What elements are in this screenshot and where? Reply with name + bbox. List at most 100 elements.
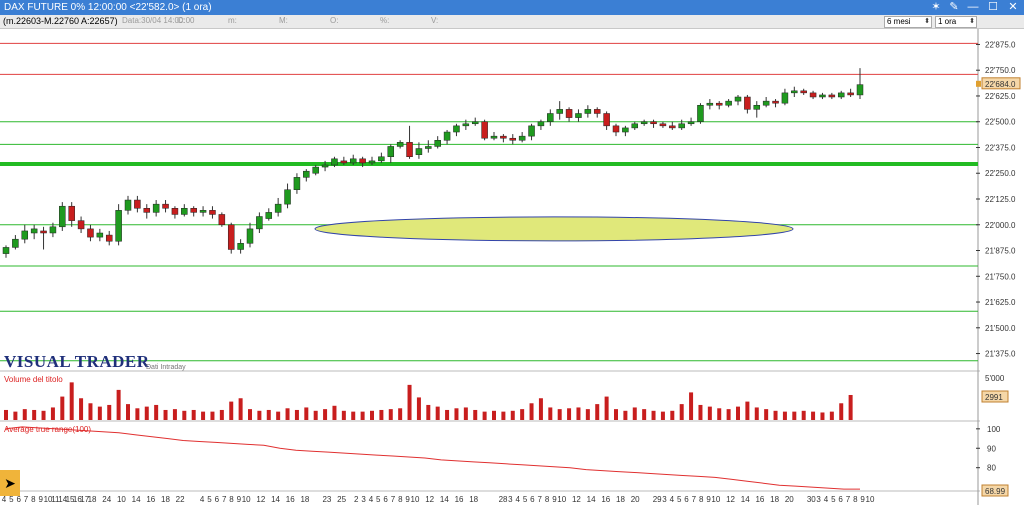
candle-body — [575, 113, 582, 118]
volume-bar — [764, 409, 769, 420]
volume-bar — [248, 409, 252, 420]
volume-bar — [792, 411, 797, 420]
time-tick-label: 16 — [146, 495, 155, 504]
candle-body — [622, 127, 629, 133]
time-tick-label: 4 — [369, 495, 374, 504]
candle-body — [2, 247, 10, 254]
expand-arrow-icon[interactable]: ➤ — [0, 470, 20, 496]
dropdown-vol[interactable]: V: — [431, 16, 438, 27]
volume-bar — [717, 408, 722, 420]
candle-body — [706, 102, 714, 106]
time-tick-label: 12 — [256, 495, 265, 504]
volume-bar — [595, 404, 600, 420]
time-tick-label: 12 — [425, 495, 434, 504]
dropdown-open[interactable]: O: — [330, 16, 338, 27]
minimize-button[interactable]: — — [965, 0, 981, 15]
maximize-button[interactable]: ☐ — [985, 0, 1001, 15]
atr-current-label: 68.99 — [985, 487, 1006, 496]
candle-body — [781, 92, 789, 104]
price-tick-label: 22'750.0 — [985, 66, 1016, 75]
candle-body — [556, 109, 563, 114]
volume-bar — [839, 403, 844, 420]
time-tick-label: 12 — [726, 495, 735, 504]
candle-body — [687, 121, 695, 125]
period-select[interactable]: 6 mesi ⬍ — [884, 16, 932, 28]
time-tick-label: 7 — [24, 495, 29, 504]
volume-bar — [97, 406, 102, 420]
candle-body — [837, 92, 845, 98]
time-tick-label: 8 — [853, 495, 858, 504]
volume-bar — [726, 409, 731, 420]
time-tick-label: 3 — [662, 495, 667, 504]
volume-bar — [660, 411, 665, 420]
time-tick-label: 10 — [711, 495, 720, 504]
candle-body — [481, 121, 488, 139]
time-tick-label: 6 — [838, 495, 843, 504]
candle-body — [856, 84, 864, 96]
time-tick-label: 4 — [516, 495, 521, 504]
time-tick-label: 4 — [200, 495, 205, 504]
price-tick-label: 22'000.0 — [985, 221, 1016, 230]
volume-bar — [191, 409, 196, 420]
volume-bar — [379, 409, 384, 420]
time-tick-label: 2 — [354, 495, 359, 504]
time-tick-label: 5 — [207, 495, 212, 504]
volume-bar — [416, 397, 421, 420]
candle-body — [227, 224, 235, 250]
candle-body — [181, 208, 188, 215]
time-tick-label: 10 — [557, 495, 566, 504]
candle-body — [744, 96, 751, 110]
candle-body — [537, 121, 545, 127]
volume-bar — [782, 411, 787, 420]
time-tick-label: 23 — [322, 495, 331, 504]
volume-bar — [323, 409, 328, 420]
time-tick-label: 6 — [383, 495, 388, 504]
volume-bar — [135, 408, 140, 420]
candle-body — [162, 203, 169, 209]
candle-body — [565, 109, 573, 118]
candle-body — [199, 210, 207, 213]
time-tick-label: 6 — [215, 495, 220, 504]
dropdown-min[interactable]: m: — [228, 16, 237, 27]
star-icon[interactable]: ✶ — [928, 0, 944, 15]
candle-body — [603, 113, 610, 127]
interval-select[interactable]: 1 ora ⬍ — [935, 16, 977, 28]
candle-body — [800, 90, 807, 94]
candle-body — [368, 160, 376, 164]
time-tick-label: 20 — [785, 495, 794, 504]
candle-body — [105, 234, 113, 242]
ohlc-value: (m.22603-M.22760 A:22657) — [3, 16, 118, 26]
volume-bar — [107, 404, 112, 420]
volume-bar — [126, 404, 130, 420]
candle-body — [321, 164, 329, 168]
close-button[interactable]: ✕ — [1005, 0, 1021, 15]
price-chart[interactable]: 22'875.0 22'750.0 22'625.0 22'500.0 22'375.0… — [0, 29, 1024, 505]
volume-bar — [520, 409, 525, 420]
candle-body — [443, 131, 451, 141]
time-tick-label: 4 — [670, 495, 675, 504]
volume-bar — [388, 409, 393, 420]
candle-body — [715, 102, 723, 106]
candle-body — [828, 94, 836, 98]
chevron-down-icon: ⬍ — [924, 18, 930, 25]
dropdown-max[interactable]: M: — [279, 16, 288, 27]
time-tick-label: 4 — [824, 495, 829, 504]
volume-bar — [276, 411, 281, 420]
volume-bar — [745, 401, 750, 420]
candle-body — [669, 125, 676, 129]
candle-body — [68, 205, 75, 221]
atr-tick-label: 80 — [987, 464, 996, 473]
dropdown-pct[interactable]: %: — [380, 16, 389, 27]
time-tick-label: 16 — [286, 495, 295, 504]
volume-bar — [811, 411, 816, 420]
volume-bar — [407, 384, 412, 420]
volume-bar — [13, 411, 18, 420]
time-tick-label: 10 — [411, 495, 420, 504]
pin-icon[interactable]: ✎ — [946, 0, 962, 15]
candle-body — [77, 220, 85, 230]
volume-bar — [116, 389, 121, 420]
volume-bar — [69, 382, 74, 420]
dropdown-c[interactable]: C: — [177, 16, 185, 27]
time-tick-label: 4 — [2, 495, 7, 504]
current-price-marker — [976, 80, 981, 87]
